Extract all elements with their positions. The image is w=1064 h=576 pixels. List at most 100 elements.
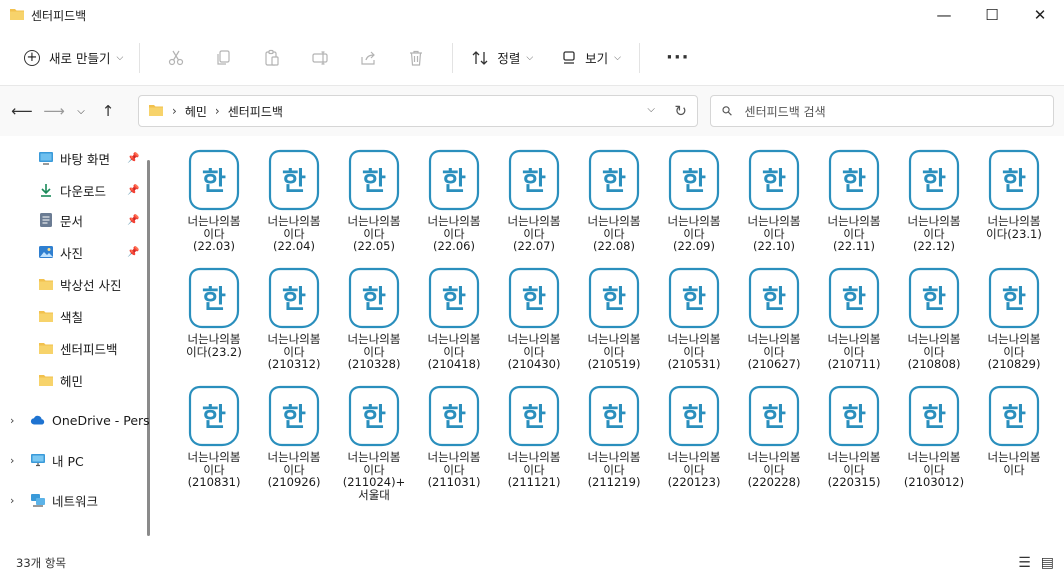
back-button[interactable]: ⟵ xyxy=(6,96,38,126)
rename-button[interactable] xyxy=(296,41,344,75)
details-view-icon[interactable]: ☰ xyxy=(1018,555,1031,571)
file-item[interactable]: 한 너는나의봄 이다(23.1) xyxy=(974,148,1054,240)
file-item[interactable]: 한 너는나의봄 이다 (210519) xyxy=(574,266,654,371)
up-button[interactable]: ↑ xyxy=(92,96,124,126)
search-box[interactable]: ⚲ 센터피드백 검색 xyxy=(710,95,1054,127)
expand-chevron-icon[interactable]: › xyxy=(10,494,14,507)
paste-button[interactable] xyxy=(248,41,296,75)
expand-chevron-icon[interactable]: › xyxy=(10,454,14,467)
file-item[interactable]: 한 너는나의봄 이다 (22.10) xyxy=(734,148,814,253)
recent-locations-button[interactable]: ⌵ xyxy=(70,96,92,126)
view-icon xyxy=(563,50,575,64)
copy-button[interactable] xyxy=(200,41,248,75)
pin-icon: 📌 xyxy=(127,152,140,164)
sidebar-item[interactable]: 다운로드 📌 xyxy=(0,176,150,204)
title-bar: 센터피드백 — ☐ ✕ xyxy=(0,0,1064,30)
sidebar-item[interactable]: 사진 📌 xyxy=(0,238,150,266)
folder-icon xyxy=(38,372,54,388)
file-item[interactable]: 한 너는나의봄 이다 (22.07) xyxy=(494,148,574,253)
svg-text:한: 한 xyxy=(842,285,866,315)
file-item[interactable]: 한 너는나의봄 이다 (210711) xyxy=(814,266,894,371)
file-item[interactable]: 한 너는나의봄 이다 (220228) xyxy=(734,384,814,489)
file-name: 너는나의봄 이다 (22.11) xyxy=(827,214,881,253)
sidebar-item[interactable]: › 네트워크 xyxy=(0,486,150,514)
file-name: 너는나의봄 이다 (2103012) xyxy=(903,450,965,489)
close-button[interactable]: ✕ xyxy=(1016,0,1064,30)
file-item[interactable]: 한 너는나의봄 이다 (210312) xyxy=(254,266,334,371)
sidebar-item[interactable]: 헤민 xyxy=(0,366,150,394)
file-item[interactable]: 한 너는나의봄 이다 (211024)+ 서울대 xyxy=(334,384,414,501)
file-item[interactable]: 한 너는나의봄 이다 (22.03) xyxy=(174,148,254,253)
file-item[interactable]: 한 너는나의봄 이다 (210829) xyxy=(974,266,1054,371)
minimize-button[interactable]: — xyxy=(920,0,968,30)
sidebar-item[interactable]: › OneDrive - Perso xyxy=(0,406,150,434)
hangul-document-icon: 한 xyxy=(508,267,560,329)
svg-text:한: 한 xyxy=(762,285,786,315)
sidebar-item[interactable]: 색칠 xyxy=(0,302,150,330)
file-item[interactable]: 한 너는나의봄 이다 (22.09) xyxy=(654,148,734,253)
sidebar-item[interactable]: 문서 📌 xyxy=(0,206,150,234)
file-item[interactable]: 한 너는나의봄 이다 (210808) xyxy=(894,266,974,371)
file-item[interactable]: 한 너는나의봄 이다 (210328) xyxy=(334,266,414,371)
svg-text:한: 한 xyxy=(682,285,706,315)
file-item[interactable]: 한 너는나의봄 이다 (22.08) xyxy=(574,148,654,253)
svg-text:한: 한 xyxy=(202,403,226,433)
breadcrumb-item[interactable]: 센터피드백 xyxy=(228,103,283,120)
refresh-icon[interactable]: ↻ xyxy=(674,102,687,120)
file-item[interactable]: 한 너는나의봄 이다 (2103012) xyxy=(894,384,974,489)
cut-button[interactable] xyxy=(152,41,200,75)
sidebar-item[interactable]: 센터피드백 xyxy=(0,334,150,362)
search-input[interactable]: 센터피드백 검색 xyxy=(745,103,826,120)
file-item[interactable]: 한 너는나의봄 이다 (22.11) xyxy=(814,148,894,253)
view-label: 보기 xyxy=(585,51,609,66)
forward-button[interactable]: ⟶ xyxy=(38,96,70,126)
file-item[interactable]: 한 너는나의봄 이다 (22.04) xyxy=(254,148,334,253)
file-name: 너는나의봄 이다 (22.03) xyxy=(187,214,241,253)
chevron-down-icon: ⌵ xyxy=(614,52,621,63)
file-item[interactable]: 한 너는나의봄 이다 (211219) xyxy=(574,384,654,489)
file-item[interactable]: 한 너는나의봄 이다 (210627) xyxy=(734,266,814,371)
file-item[interactable]: 한 너는나의봄 이다(23.2) xyxy=(174,266,254,358)
chevron-down-icon[interactable]: ⌵ xyxy=(647,104,655,115)
tiles-view-icon[interactable]: ▤ xyxy=(1041,555,1054,571)
sidebar-item[interactable]: 바탕 화면 📌 xyxy=(0,144,150,172)
svg-text:한: 한 xyxy=(602,167,626,197)
file-item[interactable]: 한 너는나의봄 이다 (211121) xyxy=(494,384,574,489)
file-item[interactable]: 한 너는나의봄 이다 (211031) xyxy=(414,384,494,489)
hangul-document-icon: 한 xyxy=(188,385,240,447)
search-icon: ⚲ xyxy=(719,102,737,120)
toolbar-divider xyxy=(139,42,141,73)
file-item[interactable]: 한 너는나의봄 이다 (210831) xyxy=(174,384,254,489)
file-item[interactable]: 한 너는나의봄 이다 (220123) xyxy=(654,384,734,489)
network-icon xyxy=(30,492,46,508)
sidebar-item-label: 사진 xyxy=(60,245,84,261)
file-item[interactable]: 한 너는나의봄 이다 (210926) xyxy=(254,384,334,489)
sort-button[interactable]: 정렬 ⌵ xyxy=(465,41,539,75)
file-item[interactable]: 한 너는나의봄 이다 (210531) xyxy=(654,266,734,371)
address-bar[interactable]: › 헤민 › 센터피드백 ⌵ ↻ xyxy=(138,95,698,127)
file-item[interactable]: 한 너는나의봄 이다 xyxy=(974,384,1054,476)
file-item[interactable]: 한 너는나의봄 이다 (220315) xyxy=(814,384,894,489)
file-item[interactable]: 한 너는나의봄 이다 (22.12) xyxy=(894,148,974,253)
file-item[interactable]: 한 너는나의봄 이다 (22.05) xyxy=(334,148,414,253)
file-name: 너는나의봄 이다 (22.09) xyxy=(667,214,721,253)
share-button[interactable] xyxy=(344,41,392,75)
sidebar-item[interactable]: 박상선 사진 xyxy=(0,270,150,298)
hangul-document-icon: 한 xyxy=(508,149,560,211)
hangul-document-icon: 한 xyxy=(428,385,480,447)
address-row: ⟵ ⟶ ⌵ ↑ › 헤민 › 센터피드백 ⌵ ↻ ⚲ 센터피드백 검색 xyxy=(0,86,1064,136)
new-button[interactable]: + 새로 만들기 ⌵ xyxy=(20,41,127,75)
documents-icon xyxy=(38,212,54,228)
folder-icon xyxy=(38,308,54,324)
breadcrumb-item[interactable]: 헤민 xyxy=(185,103,207,120)
file-item[interactable]: 한 너는나의봄 이다 (210430) xyxy=(494,266,574,371)
file-item[interactable]: 한 너는나의봄 이다 (22.06) xyxy=(414,148,494,253)
sidebar-item[interactable]: › 내 PC xyxy=(0,446,150,474)
file-name: 너는나의봄 이다 (220123) xyxy=(667,450,721,489)
file-item[interactable]: 한 너는나의봄 이다 (210418) xyxy=(414,266,494,371)
more-options-button[interactable]: ··· xyxy=(652,47,704,68)
maximize-button[interactable]: ☐ xyxy=(968,0,1016,30)
view-button[interactable]: 보기 ⌵ xyxy=(555,41,627,75)
expand-chevron-icon[interactable]: › xyxy=(10,414,14,427)
delete-button[interactable] xyxy=(392,41,440,75)
